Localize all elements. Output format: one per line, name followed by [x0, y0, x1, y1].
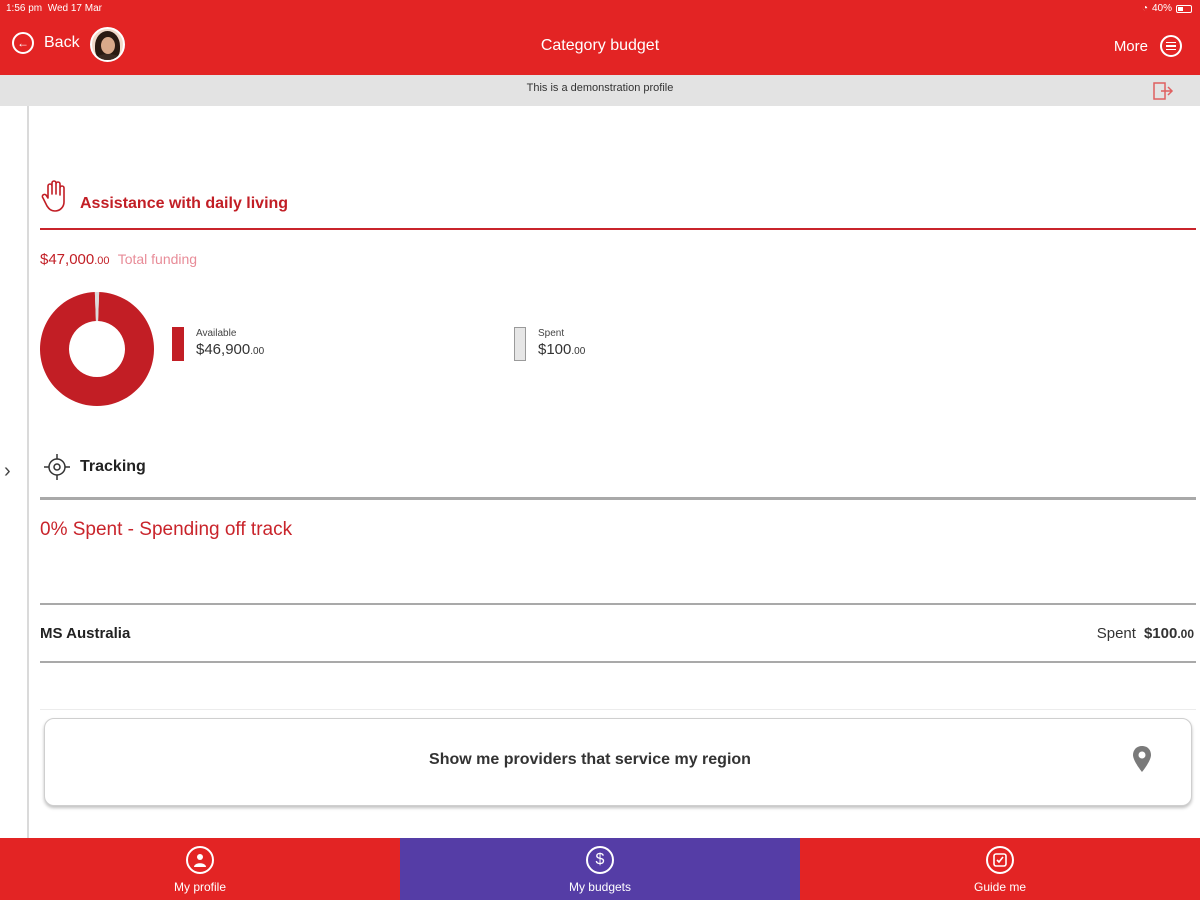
legend-spent: Spent $100.00	[514, 327, 585, 361]
category-divider	[40, 228, 1196, 230]
legend-available-label: Available	[196, 328, 237, 339]
total-funding-label: Total funding	[117, 251, 198, 267]
section-divider	[40, 709, 1196, 710]
tab-my-budgets[interactable]: $ My budgets	[400, 838, 800, 900]
more-button[interactable]: More	[1114, 35, 1182, 57]
provider-spent-amount: $100.00	[1144, 625, 1194, 642]
status-time: 1:56 pm	[6, 3, 43, 14]
available-dollars: $46,900	[196, 341, 251, 358]
tab-guide-me[interactable]: Guide me	[800, 838, 1200, 900]
legend-available: Available $46,900.00	[172, 327, 264, 361]
tab-bar: My profile $ My budgets Guide me	[0, 838, 1200, 900]
legend-spent-label: Spent	[538, 328, 565, 339]
provider-spent: Spent $100.00	[1097, 625, 1194, 642]
show-providers-region-label: Show me providers that service my region	[429, 751, 751, 768]
category-title: Assistance with daily living	[80, 195, 289, 212]
total-funding-dollars: $47,000	[40, 251, 95, 268]
dollar-icon: $	[586, 846, 614, 874]
checklist-icon	[986, 846, 1014, 874]
battery-icon	[1176, 4, 1192, 13]
legend-spent-value: $100.00	[538, 341, 585, 358]
status-time-date: 1:56 pm Wed 17 Mar	[6, 3, 102, 14]
wifi-icon: ◔	[1141, 3, 1148, 14]
tab-my-profile-label: My profile	[173, 880, 226, 894]
provider-spent-dollars: $100	[1143, 625, 1178, 642]
demo-banner-text: This is a demonstration profile	[526, 82, 674, 94]
tracking-status: 0% Spent - Spending off track	[40, 519, 293, 540]
show-providers-region-button[interactable]: Show me providers that service my region	[44, 718, 1192, 806]
provider-name: MS Australia	[40, 625, 131, 642]
total-funding-cents: .00	[94, 255, 110, 267]
demo-banner: This is a demonstration profile	[0, 75, 1200, 106]
exit-icon[interactable]	[1152, 81, 1174, 101]
total-funding: $47,000.00 Total funding	[40, 251, 197, 268]
tab-my-budgets-label: My budgets	[568, 880, 632, 894]
provider-divider-bottom	[40, 661, 1196, 663]
provider-spent-label: Spent	[1096, 625, 1136, 642]
spent-cents: .00	[571, 346, 586, 357]
provider-divider-top	[40, 603, 1196, 605]
legend-available-value: $46,900.00	[196, 341, 264, 358]
status-date: Wed 17 Mar	[47, 3, 102, 14]
map-pin-icon	[1133, 746, 1151, 772]
legend-swatch-available	[172, 327, 184, 361]
menu-icon	[1160, 35, 1182, 57]
tab-guide-me-label: Guide me	[973, 880, 1027, 894]
available-cents: .00	[250, 346, 265, 357]
battery-percent: 40%	[1151, 3, 1172, 14]
chevron-right-icon[interactable]: ›	[4, 460, 11, 483]
provider-spent-cents: .00	[1177, 627, 1194, 641]
tab-my-profile[interactable]: My profile	[0, 838, 400, 900]
hand-icon	[41, 180, 65, 212]
user-icon	[186, 846, 214, 874]
legend-swatch-spent	[514, 327, 526, 361]
nav-bar: ← Back Category budget More	[0, 18, 1200, 75]
status-indicators: ◔ 40%	[1142, 3, 1192, 14]
page-title: Category budget	[540, 37, 660, 54]
target-icon	[44, 454, 70, 480]
status-bar: 1:56 pm Wed 17 Mar ◔ 40%	[0, 0, 1200, 18]
spent-dollars: $100	[538, 341, 572, 358]
more-label: More	[1113, 37, 1148, 55]
budget-donut-chart	[39, 292, 154, 406]
tracking-title: Tracking	[80, 458, 146, 475]
tracking-divider	[40, 497, 1196, 500]
side-panel-divider	[27, 106, 29, 838]
